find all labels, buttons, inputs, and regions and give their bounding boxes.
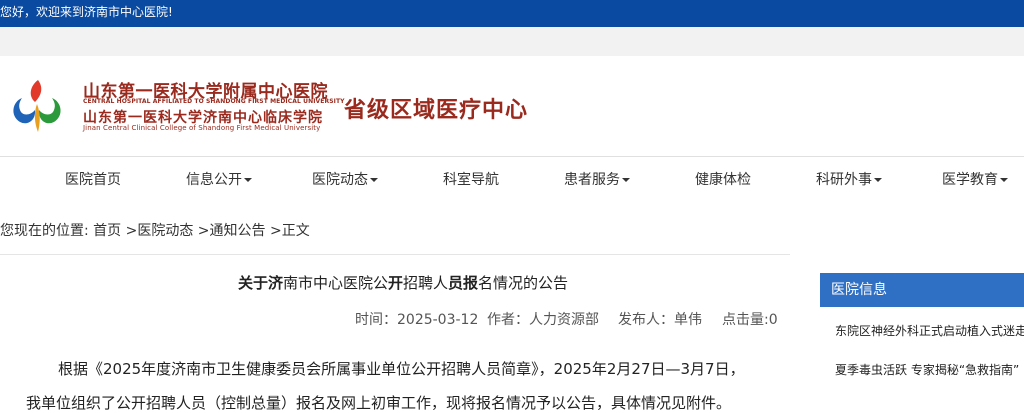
chevron-down-icon <box>622 178 630 182</box>
hospital-logo-icon[interactable] <box>8 76 66 136</box>
article-title: 关于济南市中心医院公开招聘人员报名情况的公告 <box>0 272 806 293</box>
title-part: 济 <box>267 274 283 292</box>
breadcrumb-home-link[interactable]: 首页 <box>93 223 121 239</box>
nav-item-news[interactable]: 医院动态 <box>312 157 378 205</box>
slogan: 省级区域医疗中心 <box>344 97 529 123</box>
chevron-down-icon <box>1000 178 1008 182</box>
clicks-value: 0 <box>768 312 778 328</box>
article-paragraph: 我单位组织了公开招聘人员（控制总量）报名及网上初审工作，现将报名情况予以公告，具… <box>26 394 732 412</box>
breadcrumb-prefix: 您现在的位置: <box>0 223 94 239</box>
article-publisher: 发布人：单伟 <box>618 309 702 329</box>
chevron-down-icon <box>874 178 882 182</box>
hospital-name-en: CENTRAL HOSPITAL AFFILIATED TO SHANDONG … <box>83 98 345 105</box>
nav-item-education[interactable]: 医学教育 <box>942 157 1008 205</box>
title-part: 招聘人 <box>403 274 449 292</box>
breadcrumb-current: 正文 <box>281 223 310 239</box>
title-part: 开 <box>387 274 403 292</box>
nav-label: 患者服务 <box>564 172 620 188</box>
breadcrumb: 您现在的位置: 首页 >医院动态 >通知公告 >正文 <box>0 220 310 240</box>
nav-item-departments[interactable]: 科室导航 <box>443 157 499 205</box>
college-name-en: Jinan Central Clinical College of Shando… <box>83 124 321 132</box>
breadcrumb-news-link[interactable]: 医院动态 <box>137 223 193 239</box>
title-part: 员报 <box>448 274 479 292</box>
author-value: 人力资源部 <box>529 312 599 328</box>
title-part: 关于 <box>237 274 268 292</box>
sidebar-news-link[interactable]: 夏季毒虫活跃 专家揭秘“急救指南” <box>835 361 1019 378</box>
top-strip <box>0 27 1024 56</box>
title-part: 名情况的公告 <box>478 274 569 292</box>
article-paragraph: 根据《2025年度济南市卫生健康委员会所属事业单位公开招聘人员简章》，2025年… <box>58 360 745 378</box>
title-part: 南市中心医院公 <box>282 274 388 292</box>
time-label: 时间： <box>355 312 397 328</box>
nav-label: 医学教育 <box>942 172 998 188</box>
article-clicks: 点击量:0 <box>722 309 778 329</box>
article-time: 时间：2025-03-12 <box>355 309 478 329</box>
nav-item-checkup[interactable]: 健康体检 <box>695 157 751 205</box>
nav-label: 科室导航 <box>443 172 499 188</box>
breadcrumb-notices-link[interactable]: 通知公告 <box>210 223 266 239</box>
welcome-text: 您好，欢迎来到济南市中心医院! <box>0 5 173 19</box>
publisher-value: 单伟 <box>674 312 702 328</box>
nav-label: 医院首页 <box>65 172 121 188</box>
article-author: 作者：人力资源部 <box>487 309 599 329</box>
nav-item-info[interactable]: 信息公开 <box>186 157 252 205</box>
nav-item-patient-services[interactable]: 患者服务 <box>564 157 630 205</box>
time-value: 2025-03-12 <box>397 312 479 328</box>
breadcrumb-sep: > <box>265 223 282 239</box>
nav-item-research[interactable]: 科研外事 <box>816 157 882 205</box>
nav-label: 科研外事 <box>816 172 872 188</box>
sidebar-news-link[interactable]: 东院区神经外科正式启动植入式迷走神经 <box>835 322 1024 339</box>
content-divider <box>0 254 790 255</box>
site-header: 山东第一医科大学附属中心医院 CENTRAL HOSPITAL AFFILIAT… <box>0 56 1024 156</box>
welcome-bar: 您好，欢迎来到济南市中心医院! <box>0 0 1024 27</box>
nav-label: 信息公开 <box>186 172 242 188</box>
clicks-label: 点击量: <box>722 312 769 328</box>
author-label: 作者： <box>487 312 529 328</box>
sidebar-heading: 医院信息 <box>820 273 1024 307</box>
publisher-label: 发布人： <box>618 312 674 328</box>
breadcrumb-sep: > <box>193 223 210 239</box>
chevron-down-icon <box>370 178 378 182</box>
nav-item-home[interactable]: 医院首页 <box>65 157 121 205</box>
main-nav: 医院首页 信息公开 医院动态 科室导航 患者服务 健康体检 科研外事 医学教育 <box>0 156 1024 204</box>
breadcrumb-sep: > <box>121 223 138 239</box>
nav-label: 健康体检 <box>695 172 751 188</box>
chevron-down-icon <box>244 178 252 182</box>
nav-label: 医院动态 <box>312 172 368 188</box>
